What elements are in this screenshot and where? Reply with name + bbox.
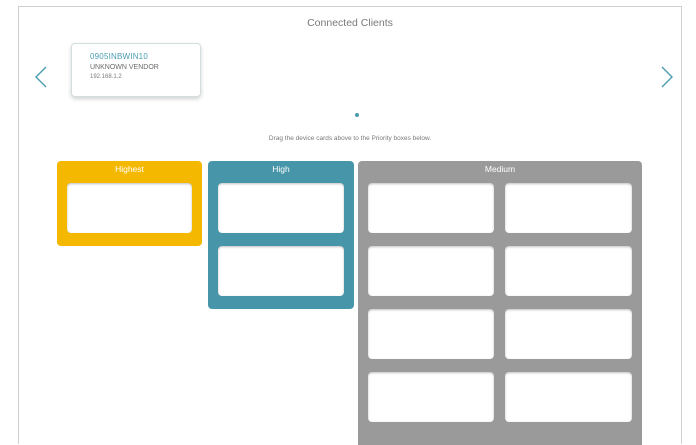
chevron-right-icon [661, 66, 673, 88]
priority-box-medium: Medium [358, 161, 642, 445]
drop-slot-medium-2[interactable] [505, 183, 632, 233]
page-title: Connected Clients [307, 17, 393, 29]
drop-slot-medium-4[interactable] [505, 246, 632, 296]
app-frame: Connected Clients 0905INBWIN10 UNKNOWN V… [18, 6, 682, 445]
drop-slot-medium-6[interactable] [505, 309, 632, 359]
priority-label-medium: Medium [484, 164, 516, 174]
drop-slot-medium-3[interactable] [368, 246, 494, 296]
client-vendor: UNKNOWN VENDOR [90, 64, 159, 71]
priority-box-highest: Highest [57, 161, 202, 246]
next-page-button[interactable] [659, 65, 675, 89]
drop-slot-high-2[interactable] [218, 246, 344, 296]
chevron-left-icon [35, 66, 47, 88]
prev-page-button[interactable] [33, 65, 49, 89]
priority-box-high: High [208, 161, 354, 309]
client-ip: 192.168.1.2 [90, 74, 122, 80]
priority-label-highest: Highest [115, 164, 144, 174]
drop-slot-medium-5[interactable] [368, 309, 494, 359]
instructions-text: Drag the device cards above to the Prior… [268, 135, 432, 142]
drop-slot-high-1[interactable] [218, 183, 344, 233]
drop-slot-highest-1[interactable] [67, 183, 192, 233]
priority-label-high: High [272, 164, 290, 174]
drop-slot-medium-1[interactable] [368, 183, 494, 233]
client-name: 0905INBWIN10 [90, 52, 148, 61]
drop-slot-medium-7[interactable] [368, 372, 494, 422]
client-device-card[interactable]: 0905INBWIN10 UNKNOWN VENDOR 192.168.1.2 [71, 43, 201, 97]
page-indicator-dot[interactable] [355, 113, 359, 117]
drop-slot-medium-8[interactable] [505, 372, 632, 422]
